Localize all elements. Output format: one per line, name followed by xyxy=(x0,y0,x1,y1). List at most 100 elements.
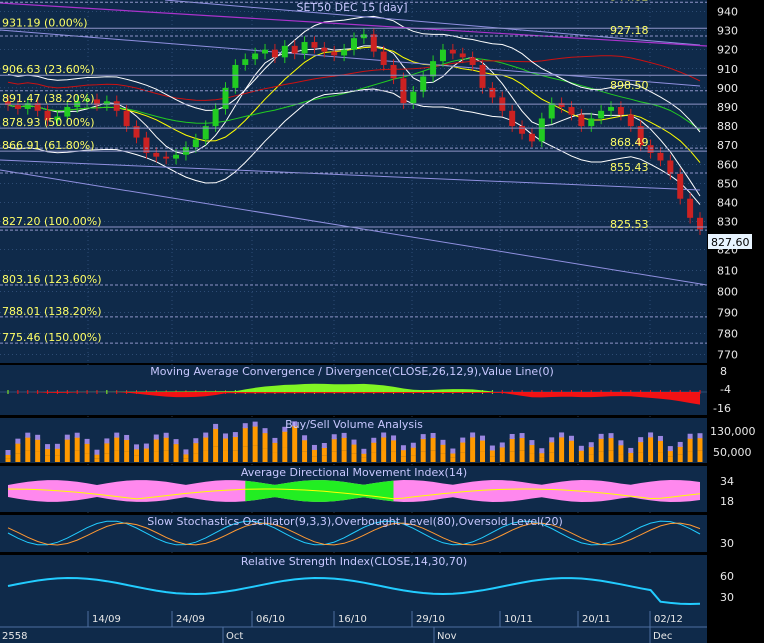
volume-bar-cap xyxy=(232,432,238,438)
candle-body xyxy=(548,103,555,119)
last-price-label: 827.60 xyxy=(711,236,750,249)
volume-bar-sell xyxy=(351,443,357,454)
candle-body xyxy=(271,49,278,58)
candle-body xyxy=(14,105,21,109)
volume-bar-sell xyxy=(331,438,337,452)
fib-level-label: 855.43 xyxy=(610,161,649,174)
volume-bar-sell xyxy=(193,442,199,454)
volume-bar-cap xyxy=(549,437,555,443)
candle-body xyxy=(568,106,575,115)
adx-panel[interactable]: Average Directional Movement Index(14) 3… xyxy=(0,466,734,512)
volume-bar-sell xyxy=(578,449,584,457)
volume-bar-sell xyxy=(143,447,149,456)
volume-bar-buy xyxy=(173,453,179,462)
volume-bar-sell xyxy=(618,444,624,455)
volume-bar-sell xyxy=(242,427,248,447)
price-tick-label: 920 xyxy=(717,44,738,57)
day-label: 02/12 xyxy=(654,614,683,625)
month-label: Oct xyxy=(226,631,243,642)
year-label: 2558 xyxy=(2,631,27,642)
adx-tick-1: 18 xyxy=(720,495,734,508)
volume-bar-cap xyxy=(242,423,248,429)
candle-body xyxy=(469,57,476,65)
day-label: 06/10 xyxy=(256,614,285,625)
volume-bar-cap xyxy=(331,434,337,440)
volume-bar-cap xyxy=(173,439,179,445)
candle-body xyxy=(479,64,486,88)
volume-bar-cap xyxy=(667,446,673,452)
volume-bar-buy xyxy=(292,445,298,462)
volume-bar-buy xyxy=(470,450,476,462)
volume-bar-cap xyxy=(25,432,31,438)
fib-level-label: 906.63 (23.60%) xyxy=(2,63,95,76)
candle-body xyxy=(449,49,456,54)
volume-bar-buy xyxy=(232,450,238,462)
stochastic-panel[interactable]: Slow Stochastics Oscillator(9,3,3),Overb… xyxy=(0,515,734,552)
candle-body xyxy=(578,114,585,127)
volume-bar-buy xyxy=(311,456,317,462)
candle-body xyxy=(252,53,259,60)
price-tick-label: 780 xyxy=(717,328,738,341)
volume-bar-cap xyxy=(529,440,535,446)
volume-bar-buy xyxy=(134,455,140,462)
fib-level-label: 788.01 (138.20%) xyxy=(2,305,102,318)
volume-bar-sell xyxy=(509,437,515,452)
volume-bar-sell xyxy=(84,442,90,454)
volume-bar-cap xyxy=(114,432,120,438)
fib-level-label: 931.19 (0.00%) xyxy=(2,16,88,29)
volume-bar-sell xyxy=(430,436,436,451)
candle-body xyxy=(677,173,684,199)
candle-body xyxy=(598,110,605,119)
volume-bar-buy xyxy=(391,451,397,462)
trading-chart[interactable]: 944.82 931.19 (0.00%) 927.18 906.63 (23.60%… xyxy=(0,0,764,643)
volume-bar-buy xyxy=(361,457,367,462)
volume-bar-buy xyxy=(272,452,278,462)
volume-bar-buy xyxy=(638,452,644,462)
volume-bar-buy xyxy=(331,451,337,462)
rsi-panel[interactable]: Relative Strength Index(CLOSE,14,30,70) … xyxy=(0,555,734,611)
volume-bar-buy xyxy=(519,450,525,462)
volume-bar-cap xyxy=(302,435,308,441)
volume-bar-cap xyxy=(559,432,565,438)
candle-body xyxy=(420,76,427,92)
candle-body xyxy=(123,110,130,127)
macd-title: Moving Average Convergence / Divergence(… xyxy=(150,365,554,378)
volume-bar-buy xyxy=(460,452,466,462)
candle-body xyxy=(331,51,338,56)
volume-bar-buy xyxy=(539,457,545,462)
volume-bar-buy xyxy=(371,452,377,462)
volume-bar-sell xyxy=(213,427,219,447)
month-label: Nov xyxy=(437,631,457,642)
price-tick-label: 840 xyxy=(717,197,738,210)
volume-bar-buy xyxy=(578,456,584,462)
macd-tick-1: -4 xyxy=(720,383,731,396)
volume-bar-cap xyxy=(371,437,377,443)
volume-bar-buy xyxy=(262,448,268,462)
volume-bar-buy xyxy=(341,450,347,462)
volume-bar-buy xyxy=(430,450,436,462)
volume-bar-buy xyxy=(400,456,406,462)
volume-panel[interactable]: Buy/Sell Volume Analysis 130,000 50,000 xyxy=(0,418,756,463)
volume-bar-buy xyxy=(559,450,565,462)
volume-bar-buy xyxy=(410,455,416,462)
volume-bar-sell xyxy=(311,448,317,457)
volume-bar-sell xyxy=(549,441,555,453)
fib-level-label: 825.53 xyxy=(610,218,649,231)
volume-bar-buy xyxy=(25,450,31,462)
volume-bar-sell xyxy=(400,449,406,457)
stochastic-tick-0: 30 xyxy=(720,537,734,550)
fib-level-label: 927.18 xyxy=(610,24,649,37)
volume-bar-sell xyxy=(302,439,308,452)
rsi-tick-0: 60 xyxy=(720,570,734,583)
fib-level-label: 866.91 (61.80%) xyxy=(2,139,95,152)
fib-level-label: 898.50 xyxy=(610,79,649,92)
volume-bar-cap xyxy=(311,444,317,450)
macd-panel[interactable]: Moving Average Convergence / Divergence(… xyxy=(0,365,731,415)
volume-bar-buy xyxy=(351,453,357,462)
candle-body xyxy=(262,49,269,54)
day-label: 24/09 xyxy=(176,614,205,625)
volume-bar-sell xyxy=(489,449,495,457)
volume-bar-cap xyxy=(35,434,41,440)
volume-bar-buy xyxy=(598,451,604,462)
candle-body xyxy=(528,133,535,142)
